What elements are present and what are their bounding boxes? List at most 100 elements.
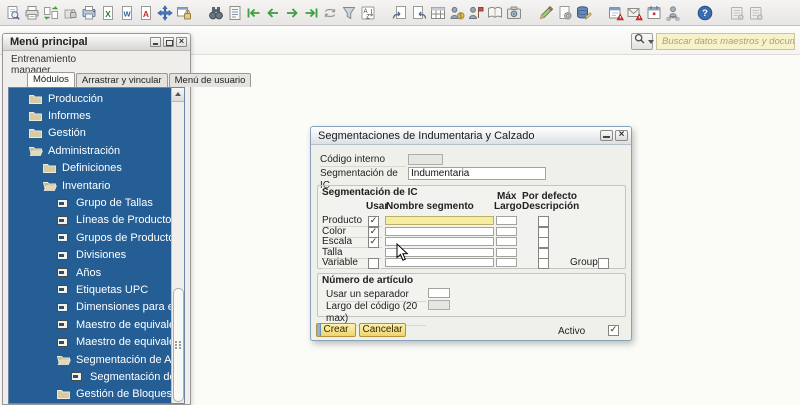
query-manager-icon[interactable]: [575, 4, 592, 21]
previous-record-icon[interactable]: [264, 4, 281, 21]
print-preview-icon[interactable]: [4, 4, 21, 21]
close-button[interactable]: [176, 36, 187, 47]
max-largo-input[interactable]: [496, 226, 517, 236]
dialog-titlebar[interactable]: Segmentaciones de Indumentaria y Calzado: [311, 127, 631, 145]
export-pdf-icon[interactable]: A: [137, 4, 154, 21]
first-record-icon[interactable]: [245, 4, 262, 21]
filter-icon[interactable]: [340, 4, 357, 21]
menu-tree: Producción Informes Gestión Administración D…: [9, 90, 171, 403]
largo-codigo-field: [428, 300, 450, 310]
nombre-segmento-input[interactable]: [385, 216, 494, 225]
scroll-up-button[interactable]: [172, 88, 184, 102]
last-record-icon[interactable]: [302, 4, 319, 21]
note-2-icon[interactable]: [747, 4, 764, 21]
payment-means-icon[interactable]: $: [448, 4, 465, 21]
document-icon[interactable]: [226, 4, 243, 21]
tree-item[interactable]: Segmentación de Indumenta: [9, 368, 171, 385]
nombre-segmento-input[interactable]: [385, 226, 494, 236]
usar-checkbox[interactable]: [368, 258, 379, 270]
tree-item[interactable]: Producción: [9, 90, 171, 107]
lock-screen-icon[interactable]: [175, 4, 192, 21]
segment-row: Variable Group: [318, 258, 625, 270]
activo-checkbox[interactable]: [608, 324, 619, 336]
tree-item[interactable]: Maestro de equivalencias de var: [9, 333, 171, 350]
search-button[interactable]: [631, 33, 654, 50]
refresh-icon[interactable]: [321, 4, 338, 21]
tree-item-label: Maestro de equivalencias de tan: [76, 318, 171, 331]
tree-item-label: Producción: [48, 92, 104, 105]
tree-item[interactable]: Grupos de Productos: [9, 229, 171, 246]
volume-report-icon[interactable]: [467, 4, 484, 21]
segmentacion-ic-input[interactable]: [408, 167, 546, 180]
export-excel-icon[interactable]: X: [99, 4, 116, 21]
journal-icon[interactable]: [486, 4, 503, 21]
tab-arrastrar-y-vincular[interactable]: Arrastrar y vincular: [75, 73, 168, 87]
tree-item[interactable]: Gestión de Bloques UPC: [9, 386, 171, 403]
codigo-interno-field: [408, 154, 443, 165]
sync-documents-icon[interactable]: [42, 4, 59, 21]
note-icon[interactable]: [728, 4, 745, 21]
tab-menu-de-usuario[interactable]: Menú de usuario: [168, 73, 252, 87]
help-icon[interactable]: ?: [696, 4, 713, 21]
tree-scrollbar[interactable]: [171, 88, 184, 403]
messages-icon[interactable]: [626, 4, 643, 21]
descripcion-checkbox[interactable]: [538, 258, 549, 270]
cancelar-button[interactable]: Cancelar: [359, 323, 406, 337]
print-icon[interactable]: [23, 4, 40, 21]
tree-item[interactable]: Etiquetas UPC: [9, 281, 171, 298]
tree-item[interactable]: Administración: [9, 142, 171, 159]
group-checkbox[interactable]: [598, 258, 609, 270]
svg-text:Z: Z: [366, 14, 370, 20]
tree-item[interactable]: Maestro de equivalencias de tan: [9, 316, 171, 333]
document-settings-icon[interactable]: [556, 4, 573, 21]
max-largo-input[interactable]: [496, 216, 517, 225]
max-largo-input[interactable]: [496, 247, 517, 257]
search-input[interactable]: [656, 33, 795, 50]
tree-item[interactable]: Gestión: [9, 125, 171, 142]
tree-item[interactable]: Líneas de Productos: [9, 212, 171, 229]
sort-icon[interactable]: AZ: [359, 4, 376, 21]
descripcion-checkbox[interactable]: [538, 216, 549, 227]
maximize-button[interactable]: [163, 37, 174, 47]
move-icon[interactable]: [156, 4, 173, 21]
alerts-icon[interactable]: [607, 4, 624, 21]
find-icon[interactable]: [207, 4, 224, 21]
document-forward-icon[interactable]: [410, 4, 427, 21]
minimize-button[interactable]: [150, 37, 161, 47]
max-largo-input[interactable]: [496, 258, 517, 268]
calendar-icon[interactable]: [645, 4, 662, 21]
tree-item-label: Maestro de equivalencias de var: [76, 336, 171, 349]
tab-modulos[interactable]: Módulos: [27, 72, 75, 87]
next-record-icon[interactable]: [283, 4, 300, 21]
toolbar: X W A A Z $?: [0, 0, 800, 26]
usar-checkbox[interactable]: [368, 236, 379, 249]
tree-item[interactable]: Años: [9, 264, 171, 281]
crear-button[interactable]: Crear: [316, 323, 356, 337]
picture-icon[interactable]: [505, 4, 522, 21]
org-chart-icon[interactable]: [664, 4, 681, 21]
export-word-icon[interactable]: W: [118, 4, 135, 21]
scrollbar-thumb[interactable]: [172, 288, 184, 402]
leaf-icon: [57, 337, 71, 347]
lock-icon[interactable]: [61, 4, 78, 21]
document-back-icon[interactable]: [391, 4, 408, 21]
tree-item[interactable]: Definiciones: [9, 160, 171, 177]
tree-item[interactable]: Informes: [9, 107, 171, 124]
edit-icon[interactable]: [537, 4, 554, 21]
tree-item[interactable]: Segmentación de Artículos: [9, 351, 171, 368]
descripcion-checkbox[interactable]: [538, 226, 549, 238]
tree-item[interactable]: Grupo de Tallas: [9, 194, 171, 211]
tree-item[interactable]: Divisiones: [9, 247, 171, 264]
descripcion-checkbox[interactable]: [538, 247, 549, 259]
leaf-icon: [57, 198, 71, 208]
max-largo-input[interactable]: [496, 237, 517, 247]
dialog-close-button[interactable]: [615, 129, 628, 141]
gross-profit-icon[interactable]: [429, 4, 446, 21]
dialog-minimize-button[interactable]: [600, 130, 613, 141]
tree-item[interactable]: Inventario: [9, 177, 171, 194]
main-menu-titlebar[interactable]: Menú principal: [3, 34, 190, 51]
fax-icon[interactable]: [80, 4, 97, 21]
tree-item[interactable]: Dimensiones para equivalencias: [9, 299, 171, 316]
separador-input[interactable]: [428, 288, 450, 298]
descripcion-checkbox[interactable]: [538, 237, 549, 249]
